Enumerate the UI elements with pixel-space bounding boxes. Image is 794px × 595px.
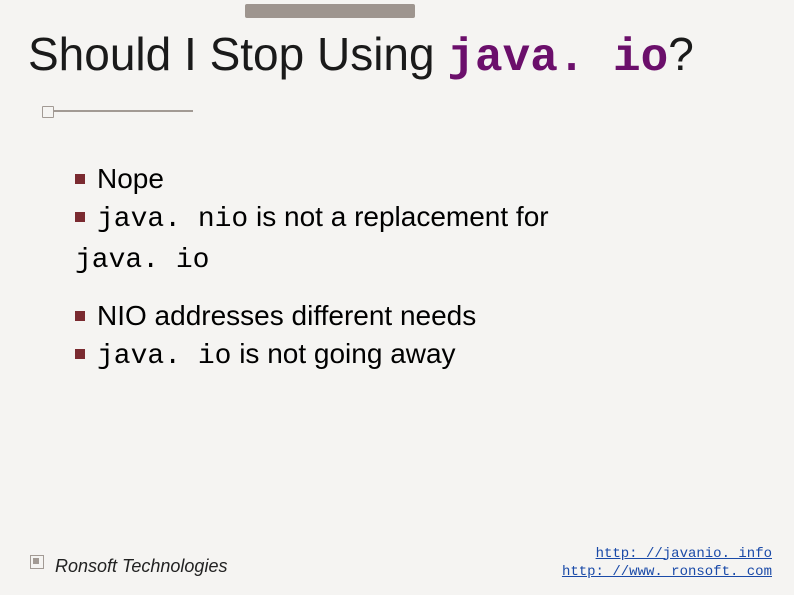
code-text: java. io <box>97 341 231 372</box>
bullet-item: java. io is not going away <box>75 335 734 376</box>
code-text: java. io <box>75 245 209 276</box>
bullet-text: Nope <box>97 163 164 194</box>
code-text: java. nio <box>97 204 248 235</box>
bullet-item: Nope <box>75 160 734 198</box>
bullet-item: NIO addresses different needs <box>75 297 734 335</box>
bullet-text: NIO addresses different needs <box>97 300 476 331</box>
title-underline <box>48 110 193 112</box>
bullet-gap <box>75 279 734 297</box>
footer-company: Ronsoft Technologies <box>55 556 227 577</box>
bullet-text: is not going away <box>231 338 455 369</box>
decorative-top-bar <box>245 4 415 18</box>
slide-body: Nopejava. nio is not a replacement forja… <box>75 160 734 376</box>
title-code: java. io <box>447 32 668 84</box>
bullet-continuation: java. io <box>75 239 734 280</box>
footer-link-2[interactable]: http: //www. ronsoft. com <box>562 563 772 581</box>
slide-title: Should I Stop Using java. io? <box>28 30 766 82</box>
slide: Should I Stop Using java. io? Nope java. … <box>0 0 794 595</box>
bullet-item: java. nio is not a replacement for <box>75 198 734 239</box>
title-text-suffix: ? <box>668 28 694 80</box>
footer-ornament-icon <box>30 555 44 569</box>
bullet-text: is not a replacement for <box>248 201 548 232</box>
footer-links: http: //javanio. info http: //www. ronso… <box>562 545 772 581</box>
title-text-prefix: Should I Stop Using <box>28 28 447 80</box>
footer-link-1[interactable]: http: //javanio. info <box>562 545 772 563</box>
